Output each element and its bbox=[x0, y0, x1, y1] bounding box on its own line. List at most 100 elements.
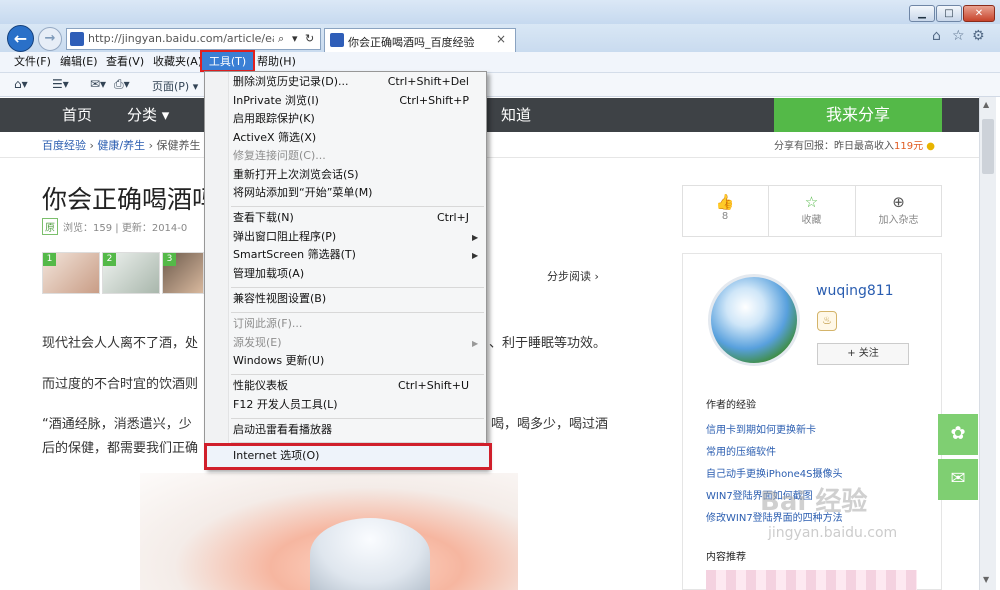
tab-close-icon[interactable]: × bbox=[496, 32, 506, 46]
feeds-icon[interactable]: ☰▾ bbox=[52, 77, 69, 91]
refresh-icon[interactable]: ↻ bbox=[305, 32, 314, 45]
share-float-icon[interactable]: ✿ bbox=[938, 414, 978, 455]
search-icon[interactable]: ⌕ bbox=[278, 32, 284, 46]
paragraph-text: 、利于睡眠等功效。 bbox=[489, 336, 607, 351]
nav-zhidao[interactable]: 知道 bbox=[501, 98, 531, 132]
page-menu-label: 页面(P) bbox=[152, 80, 190, 93]
reward-notice: 分享有回报：昨日最高收入119元 ● bbox=[774, 137, 935, 152]
forward-arrow-icon[interactable]: → bbox=[38, 27, 62, 51]
submenu-arrow-icon: ▶ bbox=[472, 339, 479, 348]
like-button[interactable]: 👍 8 bbox=[682, 185, 768, 237]
menu-item-reopen-session[interactable]: 重新打开上次浏览会话(S) bbox=[233, 165, 359, 184]
breadcrumb: 百度经验 › 健康/养生 › 保健养生 bbox=[42, 139, 201, 152]
print-icon[interactable]: ⎙▾ bbox=[114, 77, 130, 92]
menu-item-performance-dashboard[interactable]: 性能仪表板 bbox=[233, 376, 288, 395]
tab-favicon-icon bbox=[330, 33, 344, 47]
shortcut-text: Ctrl+Shift+Del bbox=[387, 75, 469, 88]
menu-item-compat-view[interactable]: 兼容性视图设置(B) bbox=[233, 289, 326, 308]
menu-favorites[interactable]: 收藏夹(A) bbox=[153, 53, 202, 71]
nav-category[interactable]: 分类 ▾ bbox=[127, 98, 169, 132]
paragraph-text: 而过度的不合时宜的饮酒则 bbox=[42, 377, 199, 392]
add-magazine-button[interactable]: ⊕ 加入杂志 bbox=[855, 185, 941, 237]
home-cmd-icon[interactable]: ⌂▾ bbox=[14, 77, 28, 91]
mail-icon[interactable]: ✉▾ bbox=[90, 77, 106, 91]
share-button[interactable]: 我来分享 bbox=[774, 98, 942, 132]
scroll-down-icon[interactable]: ▼ bbox=[983, 575, 989, 584]
menu-help[interactable]: 帮助(H) bbox=[257, 53, 296, 71]
recommend-title: 内容推荐 bbox=[706, 552, 746, 563]
level-badge-icon: ♨ bbox=[817, 311, 837, 331]
avatar[interactable] bbox=[708, 274, 800, 366]
menu-tools[interactable]: 工具(T) bbox=[200, 50, 255, 72]
nav-home[interactable]: 首页 bbox=[62, 98, 92, 132]
menu-item-f12-devtools[interactable]: F12 开发人员工具(L) bbox=[233, 395, 338, 414]
menu-item-subscribe-feed: 订阅此源(F)... bbox=[233, 317, 303, 330]
star-icon: ☆ bbox=[804, 193, 819, 211]
experience-link[interactable]: 信用卡到期如何更换新卡 bbox=[706, 421, 816, 436]
author-name[interactable]: wuqing811 bbox=[816, 283, 894, 299]
collect-button[interactable]: ☆ 收藏 bbox=[768, 185, 854, 237]
breadcrumb-health[interactable]: 健康/养生 bbox=[97, 139, 145, 152]
page-menu[interactable]: 页面(P) ▾ bbox=[152, 78, 198, 94]
menu-item-xunlei-player[interactable]: 启动迅雷看看播放器 bbox=[233, 420, 332, 439]
breadcrumb-current[interactable]: 保健养生 bbox=[157, 139, 201, 152]
step-thumbnail[interactable]: 3 bbox=[162, 252, 204, 294]
paragraph-text: 现代社会人人离不了酒，处 bbox=[42, 336, 199, 351]
paragraph-text: 后的保健，都需要我们正确 bbox=[42, 441, 199, 456]
recommend-image[interactable] bbox=[706, 570, 917, 590]
dropdown-icon[interactable]: ▾ bbox=[292, 32, 298, 45]
shortcut-text: Ctrl+Shift+U bbox=[397, 379, 469, 392]
submenu-arrow-icon: ▶ bbox=[472, 251, 479, 260]
menu-item-manage-addons[interactable]: 管理加载项(A) bbox=[233, 264, 304, 283]
step-read-link[interactable]: 分步阅读 › bbox=[547, 268, 599, 284]
divider bbox=[0, 157, 979, 158]
scroll-up-icon[interactable]: ▲ bbox=[983, 100, 989, 109]
reward-amount: 119元 bbox=[894, 141, 924, 152]
browser-tab[interactable]: 你会正确喝酒吗_百度经验 × bbox=[324, 28, 516, 52]
baidu-watermark-logo: Bai 经验 bbox=[760, 487, 868, 517]
maximize-icon[interactable]: □ bbox=[936, 5, 962, 22]
cup-image bbox=[310, 518, 430, 590]
menu-item-view-downloads[interactable]: 查看下载(N) bbox=[233, 208, 294, 227]
menu-item-tracking-protection[interactable]: 启用跟踪保护(K) bbox=[233, 109, 315, 128]
experience-link[interactable]: 自己动手更换iPhone4S摄像头 bbox=[706, 465, 842, 480]
follow-button[interactable]: + 关注 bbox=[817, 343, 909, 365]
menu-separator bbox=[231, 287, 484, 288]
step-thumbnail[interactable]: 1 bbox=[42, 252, 100, 294]
breadcrumb-jingyan[interactable]: 百度经验 bbox=[42, 139, 86, 152]
menu-edit[interactable]: 编辑(E) bbox=[60, 53, 98, 71]
paragraph-text: “酒通经脉，消悉遣兴，少 bbox=[42, 417, 192, 432]
article-title: 你会正确喝酒吗 bbox=[42, 185, 218, 214]
settings-gear-icon[interactable]: ⚙ bbox=[972, 28, 985, 44]
menu-bar bbox=[0, 52, 1000, 73]
author-experience-title: 作者的经验 bbox=[706, 400, 756, 411]
feedback-chat-icon[interactable]: ✉ bbox=[938, 459, 978, 500]
step-number: 1 bbox=[43, 253, 56, 266]
favorites-star-icon[interactable]: ☆ bbox=[952, 28, 965, 44]
menu-file[interactable]: 文件(F) bbox=[14, 53, 51, 71]
back-arrow-icon[interactable]: ← bbox=[7, 25, 34, 52]
menu-item-windows-update[interactable]: Windows 更新(U) bbox=[233, 351, 324, 370]
coin-icon: ● bbox=[926, 141, 936, 152]
command-bar bbox=[0, 73, 1000, 97]
menu-item-inprivate[interactable]: InPrivate 浏览(I) bbox=[233, 91, 319, 110]
step-thumbnail[interactable]: 2 bbox=[102, 252, 160, 294]
home-icon[interactable]: ⌂ bbox=[932, 28, 941, 44]
view-count: 浏览：159 bbox=[63, 223, 113, 234]
address-bar[interactable]: http://jingyan.baidu.com/article/eae07 ⌕… bbox=[66, 28, 321, 50]
paragraph-text: 喝，喝多少，喝过酒 bbox=[491, 417, 609, 432]
menu-item-activex-filter[interactable]: ActiveX 筛选(X) bbox=[233, 128, 316, 147]
close-icon[interactable]: ✕ bbox=[963, 5, 995, 22]
minimize-icon[interactable]: ▁ bbox=[909, 5, 935, 22]
original-badge: 原 bbox=[42, 218, 58, 235]
experience-link[interactable]: 常用的压缩软件 bbox=[706, 443, 776, 458]
scrollbar-thumb[interactable] bbox=[982, 119, 994, 174]
menu-item-delete-history[interactable]: 删除浏览历史记录(D)... bbox=[233, 72, 349, 91]
menu-item-smartscreen[interactable]: SmartScreen 筛选器(T) bbox=[233, 245, 356, 264]
menu-item-popup-blocker[interactable]: 弹出窗口阻止程序(P) bbox=[233, 227, 336, 246]
url-input[interactable]: http://jingyan.baidu.com/article/eae07 bbox=[88, 32, 274, 47]
menu-item-add-to-start[interactable]: 将网站添加到“开始”菜单(M) bbox=[233, 183, 372, 202]
menu-view[interactable]: 查看(V) bbox=[106, 53, 144, 71]
vertical-scrollbar[interactable]: ▲ ▼ bbox=[979, 97, 996, 590]
menu-item-internet-options[interactable]: Internet 选项(O) bbox=[233, 446, 319, 465]
